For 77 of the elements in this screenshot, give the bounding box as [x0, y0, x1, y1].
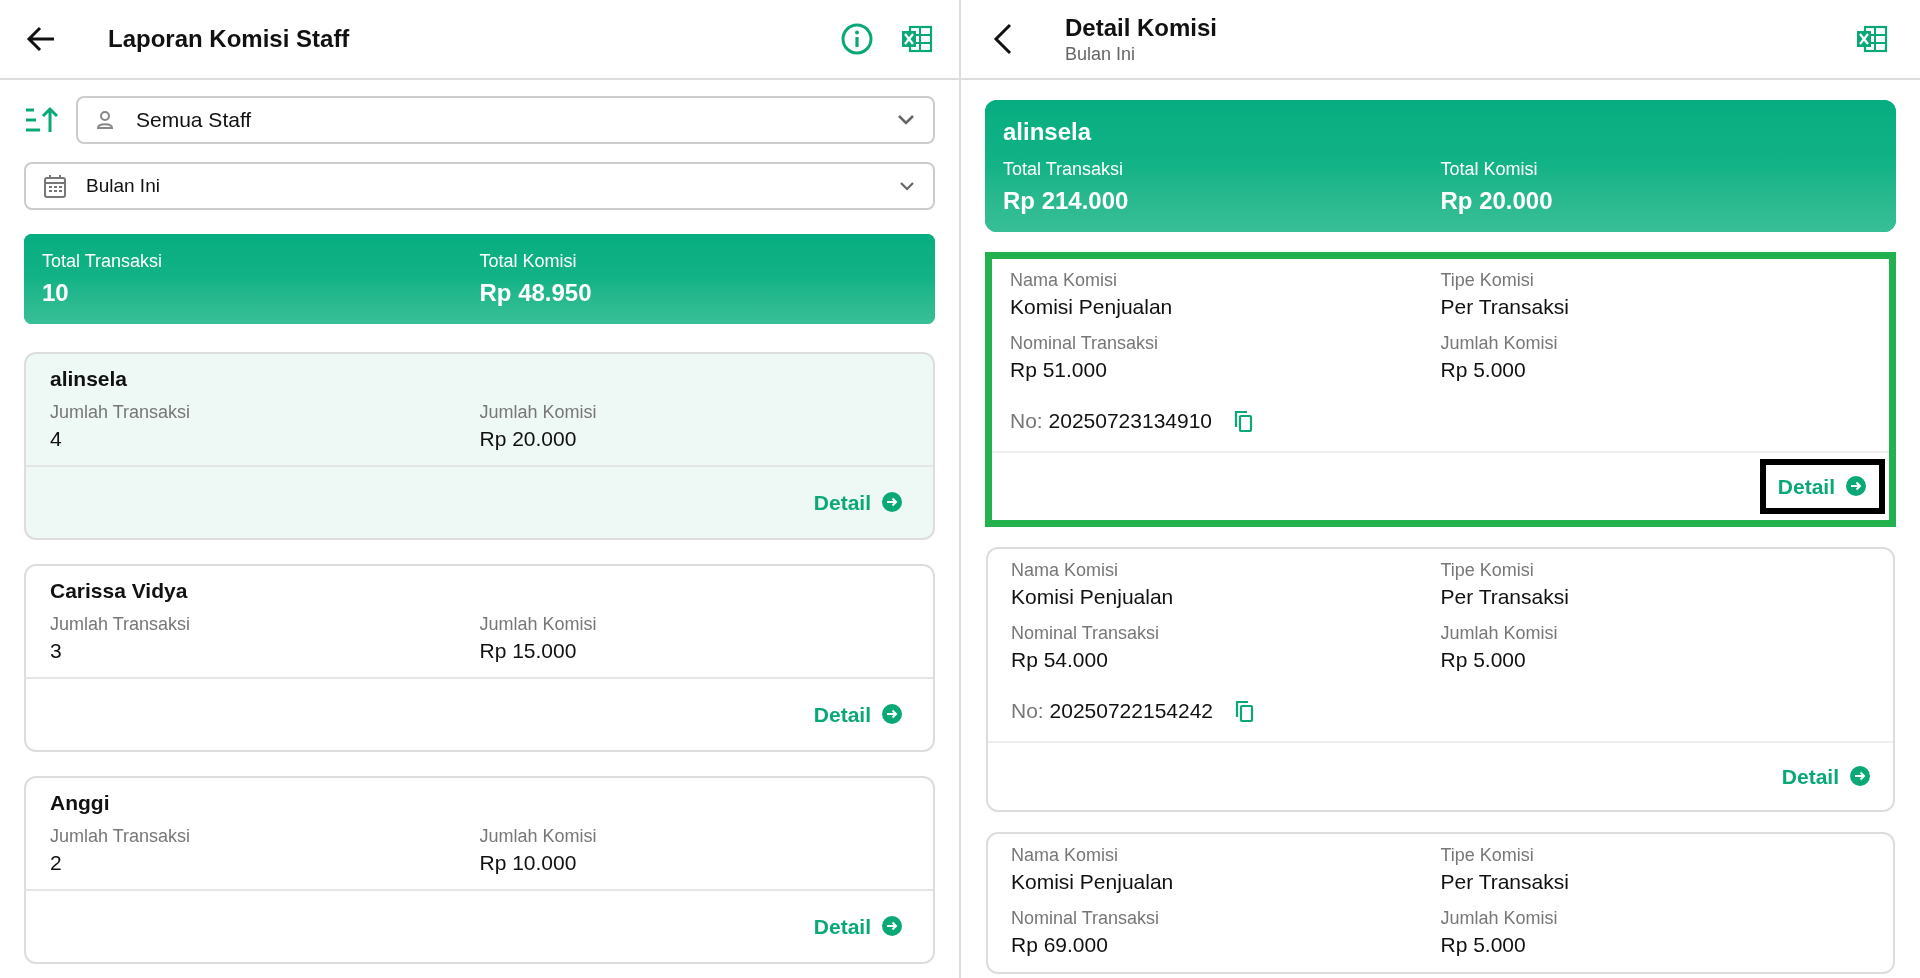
staff-name: Carissa Vidya — [50, 578, 189, 604]
summary-value: Rp 20.000 — [1440, 185, 1554, 216]
sort-icon[interactable] — [24, 105, 58, 135]
field-value: Rp 15.000 — [479, 637, 578, 664]
field-label: Jumlah Transaksi — [50, 824, 192, 847]
spreadsheet-icon[interactable] — [901, 24, 933, 54]
transaction-number: No: 20250723134910 — [1010, 408, 1213, 434]
summary-label: Total Komisi — [479, 249, 578, 273]
field-label: Nominal Transaksi — [1010, 332, 1160, 354]
arrow-circle-icon — [1849, 765, 1871, 788]
field-value: Rp 5.000 — [1440, 357, 1527, 383]
field-label: Jumlah Komisi — [479, 612, 598, 635]
back-chevron-icon[interactable] — [993, 23, 1013, 55]
arrow-circle-icon — [881, 703, 903, 726]
field-value: Komisi Penjualan — [1011, 869, 1175, 895]
field-label: Nominal Transaksi — [1011, 622, 1161, 644]
field-value: Rp 10.000 — [479, 849, 578, 876]
summary-label: Total Komisi — [1440, 157, 1539, 181]
field-value: Rp 5.000 — [1440, 647, 1527, 673]
field-value: Rp 51.000 — [1010, 357, 1108, 383]
field-value: Rp 54.000 — [1011, 647, 1109, 673]
page-title: Detail Komisi — [1065, 12, 1218, 43]
transaction-number: No: 20250722154242 — [1011, 698, 1214, 724]
staff-card[interactable]: Anggi Jumlah Transaksi 2 Jumlah Komisi Rp 10.000 Detail — [24, 776, 935, 964]
field-label: Jumlah Komisi — [479, 400, 598, 423]
staff-card[interactable]: alinsela Jumlah Transaksi 4 Jumlah Komisi Rp 20.000 Detail — [24, 352, 935, 540]
page-title: Laporan Komisi Staff — [108, 24, 350, 54]
staff-name: Anggi — [50, 790, 111, 816]
field-value: Rp 20.000 — [479, 425, 578, 452]
field-label: Tipe Komisi — [1440, 269, 1535, 291]
field-value: 4 — [50, 425, 63, 452]
staff-card[interactable]: Carissa Vidya Jumlah Transaksi 3 Jumlah Komisi Rp 15.000 Detail — [24, 564, 935, 752]
field-label: Jumlah Transaksi — [50, 400, 192, 423]
field-value: Per Transaksi — [1440, 584, 1570, 610]
staff-select[interactable]: Semua Staff — [76, 96, 935, 144]
back-arrow-icon[interactable] — [26, 25, 56, 53]
field-value: Rp 69.000 — [1011, 932, 1109, 958]
field-label: Jumlah Komisi — [1440, 332, 1559, 354]
arrow-circle-icon — [881, 491, 903, 514]
summary-label: Total Transaksi — [42, 249, 164, 273]
copy-icon[interactable] — [1233, 698, 1256, 723]
field-label: Jumlah Komisi — [479, 824, 598, 847]
field-value: 2 — [50, 849, 63, 876]
field-label: Jumlah Komisi — [1440, 907, 1559, 929]
field-value: Komisi Penjualan — [1010, 294, 1174, 320]
field-value: Per Transaksi — [1440, 294, 1570, 320]
summary-value: 10 — [42, 277, 70, 308]
arrow-circle-icon — [881, 915, 903, 938]
staff-name: alinsela — [50, 366, 129, 392]
spreadsheet-icon[interactable] — [1856, 24, 1888, 54]
period-select[interactable]: Bulan Ini — [24, 162, 935, 210]
field-value: Komisi Penjualan — [1011, 584, 1175, 610]
chevron-down-icon — [899, 181, 915, 191]
field-label: Nama Komisi — [1011, 844, 1120, 866]
field-label: Nama Komisi — [1010, 269, 1119, 291]
field-label: Jumlah Komisi — [1440, 622, 1559, 644]
field-value: Per Transaksi — [1440, 869, 1570, 895]
chevron-down-icon — [897, 114, 915, 126]
summary-value: Rp 214.000 — [1003, 185, 1130, 216]
field-label: Jumlah Transaksi — [50, 612, 192, 635]
field-value: Rp 5.000 — [1440, 932, 1527, 958]
select-value: Semua Staff — [136, 107, 252, 134]
select-value: Bulan Ini — [86, 173, 160, 198]
field-value: 3 — [50, 637, 63, 664]
arrow-circle-icon — [1845, 475, 1867, 498]
field-label: Tipe Komisi — [1440, 559, 1535, 581]
field-label: Nama Komisi — [1011, 559, 1120, 581]
field-label: Nominal Transaksi — [1011, 907, 1161, 929]
field-label: Tipe Komisi — [1440, 844, 1535, 866]
page-subtitle: Bulan Ini — [1065, 42, 1137, 66]
info-icon[interactable] — [841, 23, 873, 55]
person-icon — [96, 110, 114, 130]
calendar-icon — [44, 174, 66, 198]
copy-icon[interactable] — [1232, 408, 1255, 433]
summary-label: Total Transaksi — [1003, 157, 1125, 181]
summary-value: Rp 48.950 — [479, 277, 593, 308]
staff-name: alinsela — [1003, 116, 1093, 147]
